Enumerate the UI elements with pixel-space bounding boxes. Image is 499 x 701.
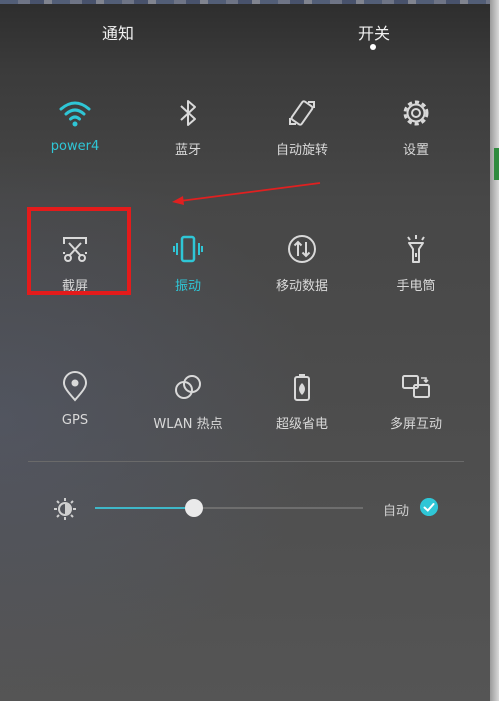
brightness-thumb[interactable]: [185, 499, 204, 517]
annotation-arrow: [172, 182, 321, 205]
brightness-fill: [95, 507, 195, 509]
brightness-slider[interactable]: [95, 499, 363, 517]
auto-brightness-label: 自动: [383, 504, 410, 519]
brightness-sun-icon: [54, 498, 76, 520]
auto-brightness-checkbox[interactable]: [420, 498, 438, 516]
panel-divider: [28, 461, 464, 462]
brightness-row: 自动: [0, 490, 490, 526]
